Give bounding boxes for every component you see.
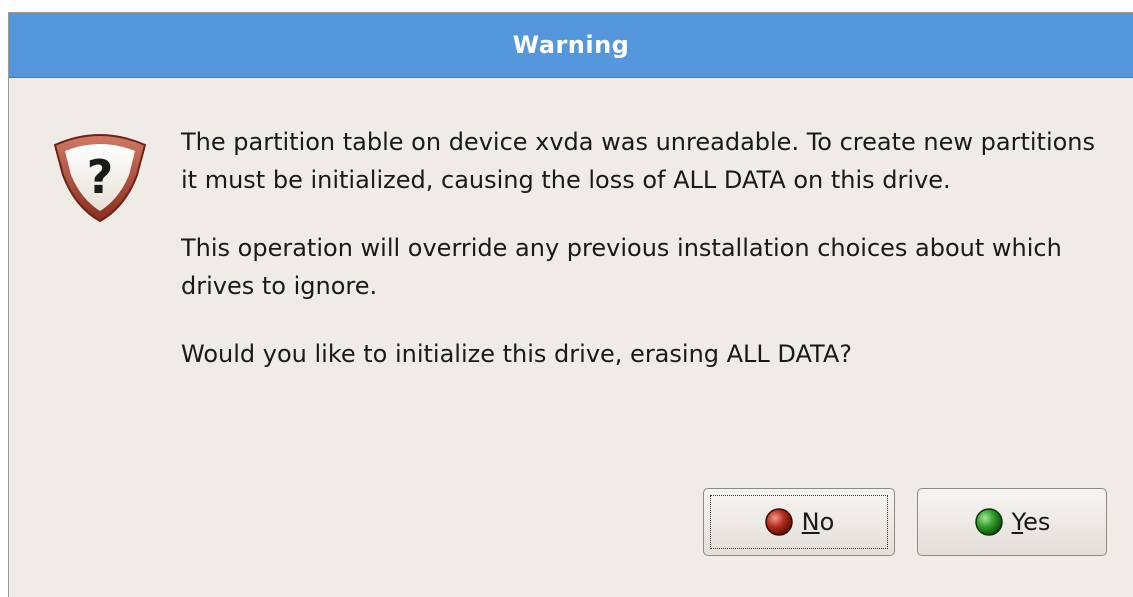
message-paragraph: This operation will override any previou… (181, 234, 1062, 300)
yes-button[interactable]: Yes (917, 488, 1107, 556)
question-shield-icon: ? (53, 134, 147, 223)
svg-text:?: ? (87, 150, 114, 204)
dialog-message: The partition table on device xvda was u… (181, 123, 1111, 403)
focus-ring (710, 495, 888, 549)
dialog-title: Warning (512, 31, 630, 59)
green-ball-icon (974, 508, 1003, 536)
message-paragraph: The partition table on device xvda was u… (181, 128, 1096, 194)
warning-dialog: Warning ? The partition table on device … (8, 12, 1133, 597)
yes-button-label: Yes (1011, 508, 1051, 536)
no-button[interactable]: No (703, 488, 895, 556)
message-paragraph: Would you like to initialize this drive,… (181, 340, 852, 368)
dialog-titlebar[interactable]: Warning (9, 13, 1133, 78)
